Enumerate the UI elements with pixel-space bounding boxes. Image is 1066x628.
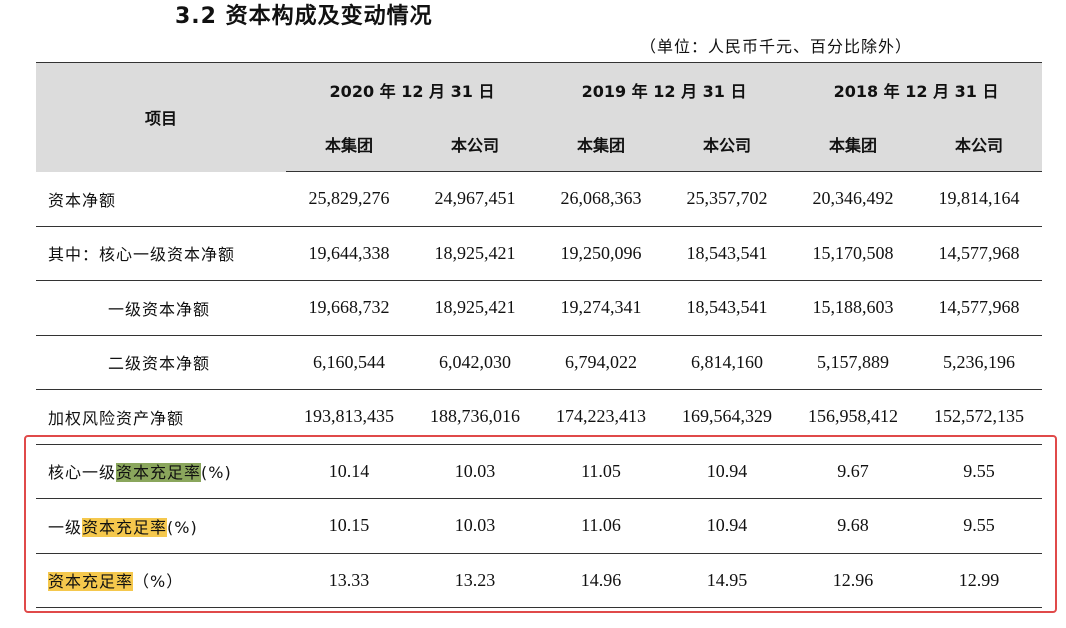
date-header: 2018 年 12 月 31 日 bbox=[790, 62, 1043, 117]
label-prefix: 一级 bbox=[48, 517, 83, 537]
entity-header: 本公司 bbox=[412, 117, 539, 172]
cell-value: 19,814,164 bbox=[916, 171, 1043, 227]
label-prefix: 核心一级 bbox=[48, 463, 117, 483]
cell-value: 5,157,889 bbox=[790, 335, 917, 390]
capital-table: 项目 2020 年 12 月 31 日 2019 年 12 月 31 日 201… bbox=[36, 62, 1043, 608]
date-header: 2019 年 12 月 31 日 bbox=[538, 62, 791, 117]
cell-value: 14.96 bbox=[538, 553, 665, 608]
cell-value: 13.33 bbox=[286, 553, 412, 608]
cell-value: 24,967,451 bbox=[412, 171, 539, 227]
cell-value: 9.55 bbox=[916, 498, 1043, 554]
row-label: 核心一级资本充足率(%) bbox=[36, 444, 286, 499]
cell-value: 25,357,702 bbox=[664, 171, 791, 227]
cell-value: 10.15 bbox=[286, 498, 412, 554]
cell-value: 25,829,276 bbox=[286, 171, 412, 227]
row-label: 二级资本净额 bbox=[36, 335, 286, 390]
label-suffix: （%） bbox=[133, 572, 184, 592]
table-row: 加权风险资产净额 193,813,435 188,736,016 174,223… bbox=[36, 389, 1043, 445]
header-row-dates: 项目 2020 年 12 月 31 日 2019 年 12 月 31 日 201… bbox=[36, 62, 1043, 172]
table-row: 一级资本净额 19,668,732 18,925,421 19,274,341 … bbox=[36, 280, 1043, 336]
cell-value: 10.94 bbox=[664, 498, 791, 554]
highlighted-text: 资本充足率 bbox=[116, 463, 202, 483]
cell-value: 13.23 bbox=[412, 553, 539, 608]
cell-value: 9.68 bbox=[790, 498, 917, 554]
highlighted-text: 资本充足率 bbox=[82, 517, 168, 537]
cell-value: 14.95 bbox=[664, 553, 791, 608]
section-title: 3.2 资本构成及变动情况 bbox=[175, 4, 433, 29]
row-label: 资本充足率（%） bbox=[36, 553, 286, 608]
table-row: 二级资本净额 6,160,544 6,042,030 6,794,022 6,8… bbox=[36, 335, 1043, 390]
label-suffix: (%) bbox=[167, 517, 198, 537]
cell-value: 19,274,341 bbox=[538, 280, 665, 336]
cell-value: 9.67 bbox=[790, 444, 917, 499]
cell-value: 12.99 bbox=[916, 553, 1043, 608]
row-label: 一级资本充足率(%) bbox=[36, 498, 286, 554]
entity-header: 本集团 bbox=[790, 117, 917, 172]
cell-value: 15,188,603 bbox=[790, 280, 917, 336]
table-row: 一级资本充足率(%) 10.15 10.03 11.06 10.94 9.68 … bbox=[36, 498, 1043, 554]
cell-value: 10.03 bbox=[412, 444, 539, 499]
row-label: 资本净额 bbox=[36, 171, 286, 227]
cell-value: 20,346,492 bbox=[790, 171, 917, 227]
cell-value: 26,068,363 bbox=[538, 171, 665, 227]
row-label: 其中：核心一级资本净额 bbox=[36, 226, 286, 281]
cell-value: 6,042,030 bbox=[412, 335, 539, 390]
cell-value: 152,572,135 bbox=[916, 389, 1043, 445]
entity-header: 本公司 bbox=[916, 117, 1043, 172]
table-row: 核心一级资本充足率(%) 10.14 10.03 11.05 10.94 9.6… bbox=[36, 444, 1043, 499]
cell-value: 18,925,421 bbox=[412, 226, 539, 281]
entity-header: 本集团 bbox=[286, 117, 412, 172]
cell-value: 6,160,544 bbox=[286, 335, 412, 390]
cell-value: 18,543,541 bbox=[664, 280, 791, 336]
cell-value: 14,577,968 bbox=[916, 280, 1043, 336]
cell-value: 188,736,016 bbox=[412, 389, 539, 445]
cell-value: 19,668,732 bbox=[286, 280, 412, 336]
cell-value: 19,250,096 bbox=[538, 226, 665, 281]
cell-value: 169,564,329 bbox=[664, 389, 791, 445]
item-header: 项目 bbox=[36, 62, 286, 172]
cell-value: 156,958,412 bbox=[790, 389, 917, 445]
cell-value: 5,236,196 bbox=[916, 335, 1043, 390]
label-suffix: (%) bbox=[201, 463, 232, 483]
table-row: 资本净额 25,829,276 24,967,451 26,068,363 25… bbox=[36, 171, 1043, 227]
cell-value: 9.55 bbox=[916, 444, 1043, 499]
cell-value: 174,223,413 bbox=[538, 389, 665, 445]
cell-value: 14,577,968 bbox=[916, 226, 1043, 281]
cell-value: 11.05 bbox=[538, 444, 665, 499]
cell-value: 19,644,338 bbox=[286, 226, 412, 281]
entity-header: 本集团 bbox=[538, 117, 665, 172]
table-row: 资本充足率（%） 13.33 13.23 14.96 14.95 12.96 1… bbox=[36, 553, 1043, 608]
cell-value: 10.03 bbox=[412, 498, 539, 554]
cell-value: 193,813,435 bbox=[286, 389, 412, 445]
cell-value: 18,543,541 bbox=[664, 226, 791, 281]
cell-value: 15,170,508 bbox=[790, 226, 917, 281]
cell-value: 18,925,421 bbox=[412, 280, 539, 336]
date-header: 2020 年 12 月 31 日 bbox=[286, 62, 539, 117]
highlighted-text: 资本充足率 bbox=[48, 572, 134, 592]
cell-value: 10.14 bbox=[286, 444, 412, 499]
cell-value: 12.96 bbox=[790, 553, 917, 608]
table-row: 其中：核心一级资本净额 19,644,338 18,925,421 19,250… bbox=[36, 226, 1043, 281]
entity-header: 本公司 bbox=[664, 117, 791, 172]
cell-value: 6,794,022 bbox=[538, 335, 665, 390]
cell-value: 10.94 bbox=[664, 444, 791, 499]
row-label: 一级资本净额 bbox=[36, 280, 286, 336]
unit-note: （单位：人民币千元、百分比除外） bbox=[640, 37, 913, 56]
cell-value: 6,814,160 bbox=[664, 335, 791, 390]
cell-value: 11.06 bbox=[538, 498, 665, 554]
row-label: 加权风险资产净额 bbox=[36, 389, 286, 445]
